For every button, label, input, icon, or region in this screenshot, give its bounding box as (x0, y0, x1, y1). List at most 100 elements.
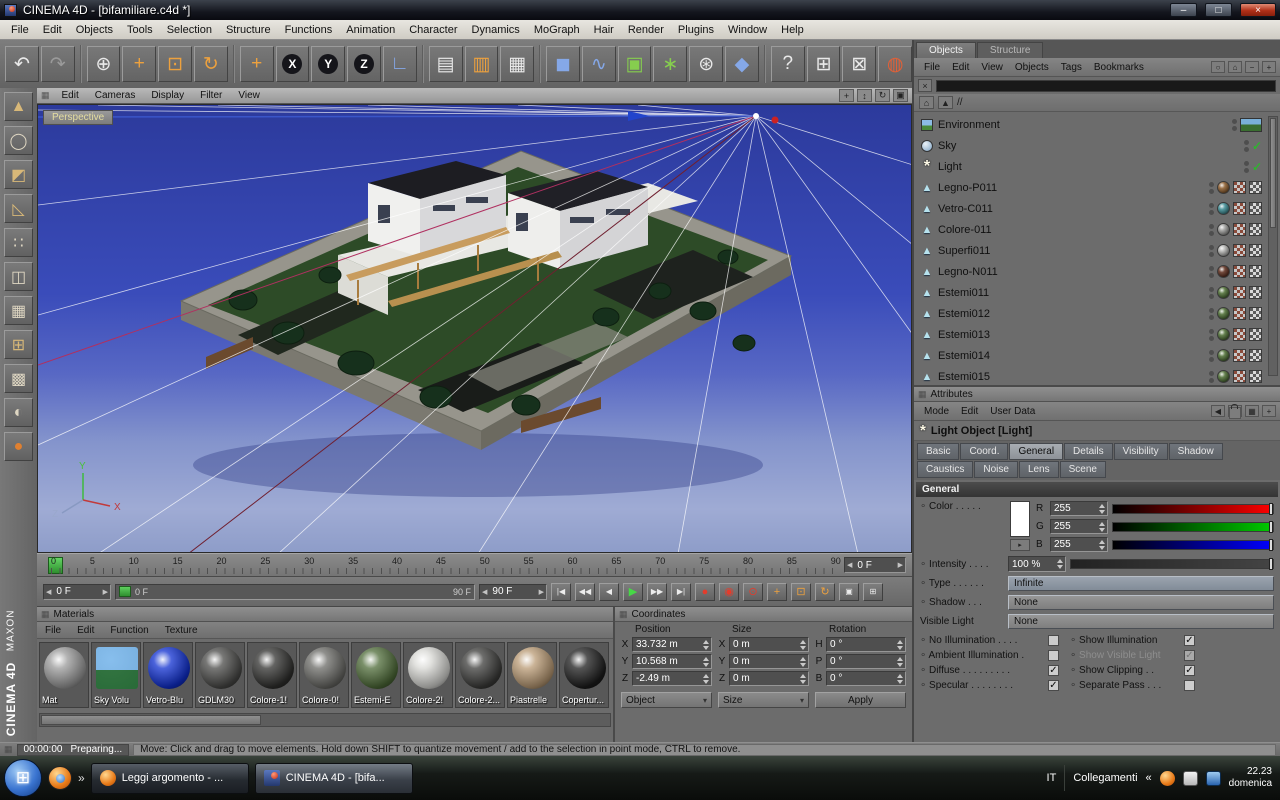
menu-mograph[interactable]: MoGraph (527, 22, 587, 38)
pan-view-icon[interactable]: + (839, 89, 854, 102)
workplane-mode-icon[interactable]: ◺ (4, 194, 33, 223)
menu-animation[interactable]: Animation (339, 22, 402, 38)
rotate-view-icon[interactable]: ↻ (875, 89, 890, 102)
attr-menu-mode[interactable]: Mode (918, 405, 955, 418)
visibility-dot[interactable] (1232, 118, 1237, 124)
material-item[interactable]: Mat (39, 642, 89, 708)
undo-icon[interactable]: ↶ (5, 46, 39, 82)
uvw-tag-icon[interactable] (1249, 181, 1262, 194)
material-item[interactable]: Colore-2... (455, 642, 505, 708)
visibility-dot[interactable] (1209, 265, 1214, 271)
home-icon[interactable]: ⌂ (919, 96, 934, 109)
end-frame-field[interactable]: ◀ 90 F ▶ (479, 583, 547, 600)
render-settings-icon[interactable]: ▦ (500, 46, 535, 82)
no-illumination-checkbox[interactable] (1048, 635, 1059, 646)
visibility-dot[interactable] (1209, 202, 1214, 208)
menu-file[interactable]: File (4, 22, 36, 38)
uvw-tag-icon[interactable] (1249, 349, 1262, 362)
render-active-view-icon[interactable]: ▥ (464, 46, 499, 82)
enabled-check-icon[interactable]: ✓ (1252, 160, 1262, 174)
object-row[interactable]: ▲ Superfi011 (920, 240, 1280, 261)
tray-chevron-icon[interactable]: « (1146, 772, 1152, 784)
viewport-menu-view[interactable]: View (231, 89, 267, 102)
menu-plugins[interactable]: Plugins (671, 22, 721, 38)
frame-range-slider[interactable]: 0 F 90 F (115, 583, 475, 600)
tab-objects[interactable]: Objects (916, 42, 976, 58)
texture-tag-icon[interactable] (1233, 307, 1246, 320)
prev-key-button[interactable]: ◀◀ (575, 582, 595, 601)
material-item[interactable]: Piastrelle (507, 642, 557, 708)
viewport-menu-display[interactable]: Display (144, 89, 191, 102)
tab-structure[interactable]: Structure (976, 42, 1044, 58)
taskbar-app-firefox[interactable]: Leggi argomento - ... (90, 762, 249, 794)
blue-value-field[interactable]: 255 (1050, 537, 1108, 552)
om-menu-edit[interactable]: Edit (946, 61, 975, 74)
materials-menu-texture[interactable]: Texture (157, 624, 206, 637)
material-item[interactable]: GDLM30 (195, 642, 245, 708)
search-icon[interactable]: ○ (1211, 61, 1225, 73)
add-deformer-icon[interactable]: ◆ (725, 46, 759, 82)
visibility-dot[interactable] (1209, 244, 1214, 250)
size-x-field[interactable]: 0 m (729, 637, 809, 652)
green-slider[interactable] (1112, 520, 1274, 533)
material-item[interactable]: Copertur... (559, 642, 609, 708)
uvw-tag-icon[interactable] (1249, 286, 1262, 299)
lock-y-icon[interactable]: Y (311, 46, 346, 82)
rotation-h-field[interactable]: 0 ° (826, 637, 906, 652)
filter-input[interactable] (936, 79, 1276, 92)
move-icon[interactable]: + (122, 46, 157, 82)
viewport-3d-canvas[interactable]: Perspective Y X Z (37, 104, 912, 553)
viewport-menu-edit[interactable]: Edit (55, 89, 86, 102)
show-illumination-checkbox[interactable]: ✓ (1184, 635, 1195, 646)
links-toolbar-label[interactable]: Collegamenti (1073, 772, 1137, 784)
texture-tag-icon[interactable] (1233, 265, 1246, 278)
diffuse-checkbox[interactable]: ✓ (1048, 665, 1059, 676)
path-up-icon[interactable]: ▲ (938, 96, 953, 109)
tab-noise[interactable]: Noise (974, 461, 1018, 478)
points-mode-icon[interactable]: ∷ (4, 228, 33, 257)
texture-tag-icon[interactable] (1233, 244, 1246, 257)
blue-slider[interactable] (1112, 538, 1274, 551)
menu-hair[interactable]: Hair (587, 22, 621, 38)
tab-lens[interactable]: Lens (1018, 461, 1059, 478)
size-z-field[interactable]: 0 m (729, 671, 809, 686)
play-button[interactable]: ▶ (623, 582, 643, 601)
expand-icon[interactable]: + (1262, 61, 1276, 73)
range-start-handle[interactable] (119, 586, 131, 597)
content-browser-icon[interactable]: ⊠ (842, 46, 877, 82)
om-menu-tags[interactable]: Tags (1055, 61, 1088, 74)
prev-frame-button[interactable]: ◀ (599, 582, 619, 601)
texture-tag-icon[interactable] (1233, 223, 1246, 236)
position-x-field[interactable]: 33.732 m (632, 637, 712, 652)
material-tag-icon[interactable] (1217, 307, 1230, 320)
uvw-tag-icon[interactable] (1249, 265, 1262, 278)
close-button[interactable]: × (1240, 3, 1276, 17)
size-dropdown[interactable]: Size ▾ (718, 692, 809, 708)
add-spline-icon[interactable]: ∿ (581, 46, 616, 82)
autokeying-button[interactable]: ◉ (719, 582, 739, 601)
material-tag-icon[interactable] (1217, 244, 1230, 257)
toggle-view-icon[interactable]: ▣ (893, 89, 908, 102)
object-row-light[interactable]: * Light ✓ (920, 156, 1280, 177)
menu-character[interactable]: Character (402, 22, 464, 38)
visibility-dot[interactable] (1209, 181, 1214, 187)
material-tag-icon[interactable] (1217, 286, 1230, 299)
keyboard-tray-icon[interactable] (1182, 770, 1198, 786)
material-tag-icon[interactable] (1217, 370, 1230, 383)
lock-z-icon[interactable]: Z (347, 46, 381, 82)
menu-structure[interactable]: Structure (219, 22, 278, 38)
record-options-button[interactable]: ⊙ (743, 582, 763, 601)
material-item[interactable]: Sky Volu (91, 642, 141, 708)
timeline-frame-field[interactable]: ◀ 0 F ▶ (844, 557, 906, 573)
uvw-tag-icon[interactable] (1249, 223, 1262, 236)
om-menu-objects[interactable]: Objects (1009, 61, 1055, 74)
visibility-dot[interactable] (1209, 307, 1214, 313)
active-tool-icon[interactable]: + (239, 46, 274, 82)
texture-tag-icon[interactable] (1233, 349, 1246, 362)
object-row[interactable]: ▲ Vetro-C011 (920, 198, 1280, 219)
edges-mode-icon[interactable]: ◫ (4, 262, 33, 291)
firefox-tray-icon[interactable] (1159, 770, 1175, 786)
material-tag-icon[interactable] (1217, 265, 1230, 278)
object-row[interactable]: ▲ Estemi012 (920, 303, 1280, 324)
object-row[interactable]: ▲ Estemi013 (920, 324, 1280, 345)
